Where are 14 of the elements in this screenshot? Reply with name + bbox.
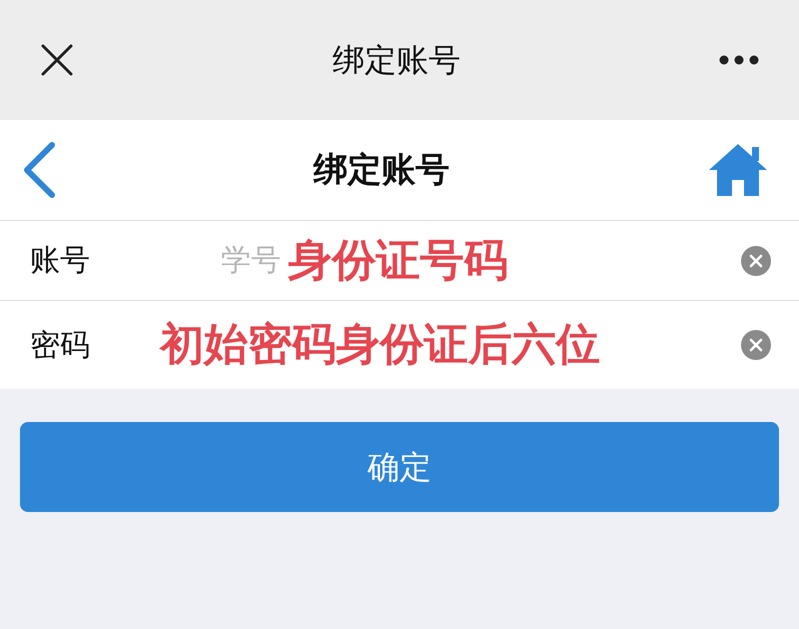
window-title: 绑定账号 (332, 40, 460, 81)
field-label: 账号 (30, 242, 90, 280)
close-icon[interactable] (40, 43, 74, 77)
clear-icon[interactable] (741, 246, 771, 276)
home-icon[interactable] (707, 142, 769, 198)
clear-icon[interactable] (741, 330, 771, 360)
field-label: 密码 (30, 326, 90, 364)
confirm-button[interactable]: 确定 (20, 422, 779, 512)
page-title: 绑定账号 (314, 148, 450, 192)
input-field[interactable]: 学号 (221, 238, 281, 283)
more-icon[interactable] (719, 55, 759, 65)
annotation-text: 初始密码身份证后六位 (160, 318, 600, 372)
annotation-text: 身份证号码 (288, 234, 508, 288)
back-icon[interactable] (22, 142, 56, 198)
